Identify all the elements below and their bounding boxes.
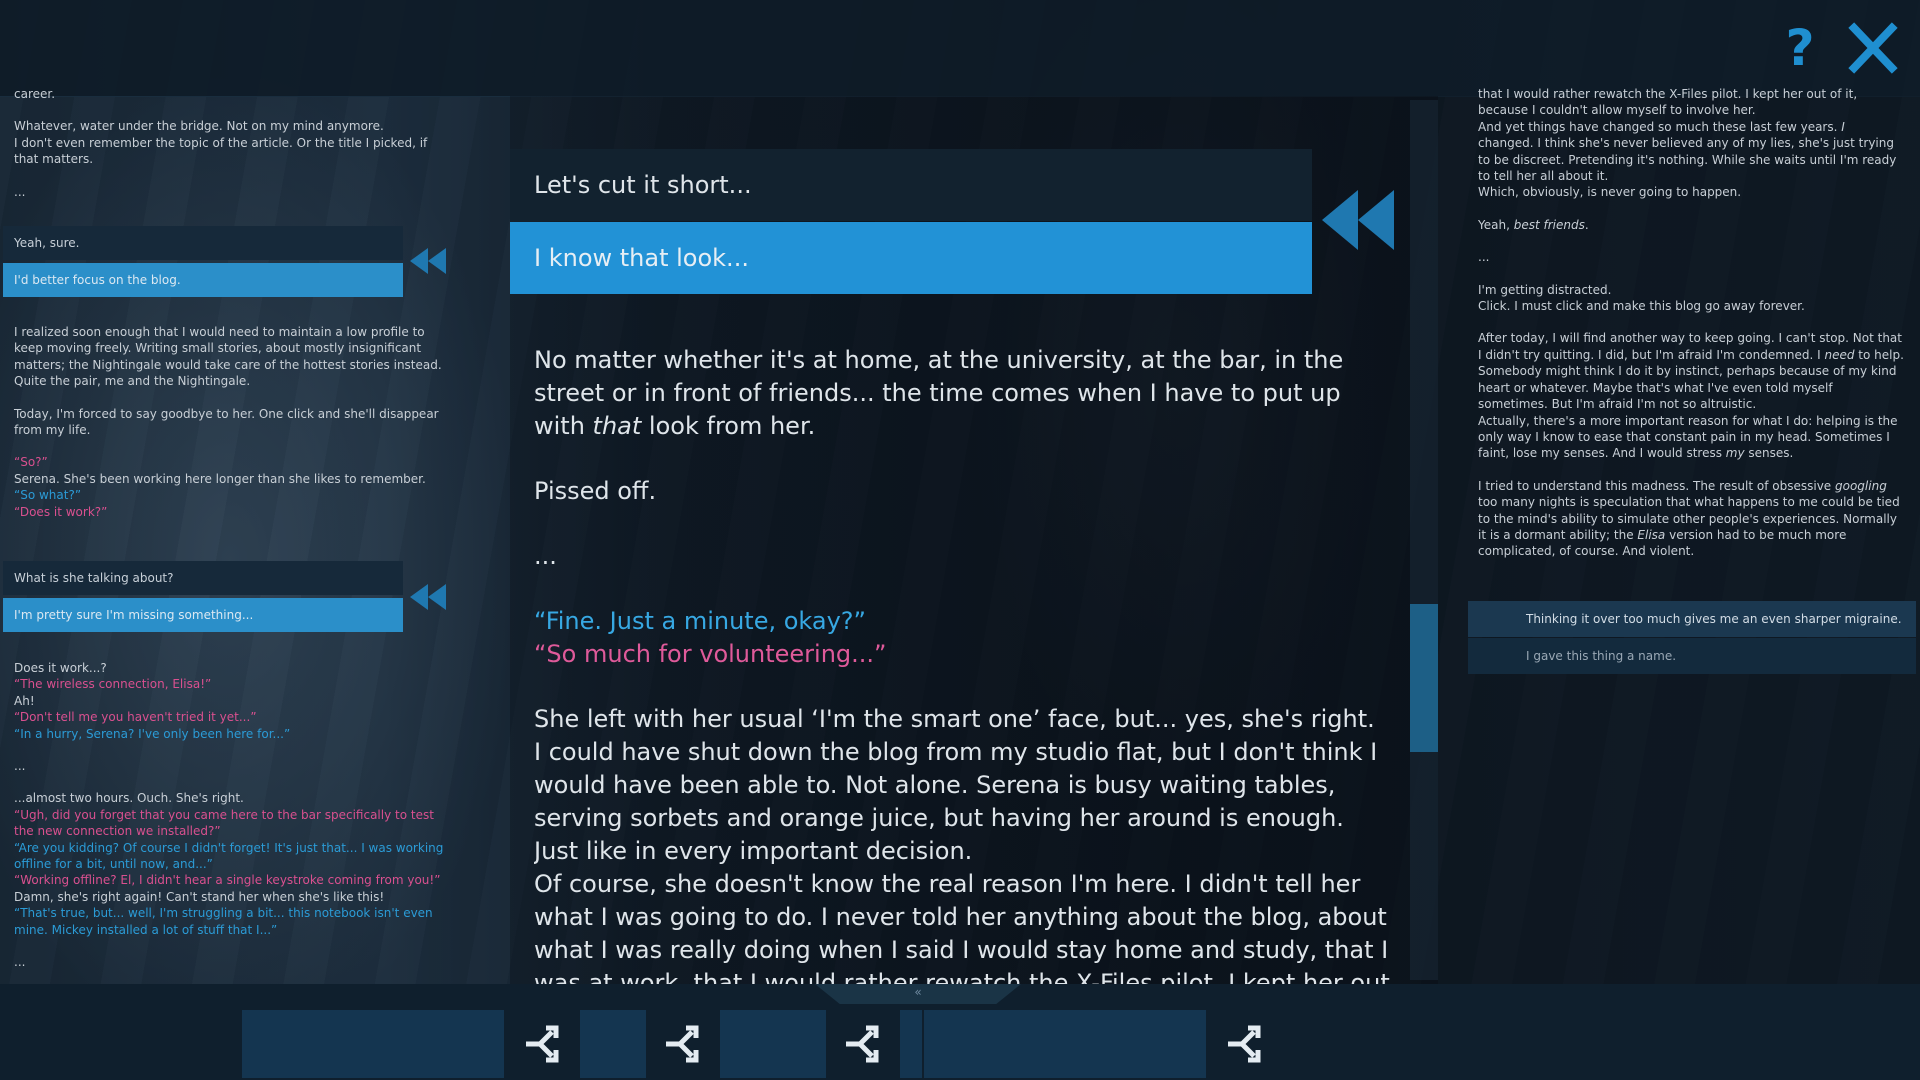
dialogue-line: “That's true, but... well, I'm strugglin… [14, 906, 433, 937]
dialogue-line: “In a hurry, Serena? I've only been here… [14, 726, 291, 741]
log-line: ... [14, 184, 26, 199]
past-choice-light-2[interactable]: I'm pretty sure I'm missing something... [3, 598, 403, 632]
timeline-segment-1[interactable] [242, 1010, 504, 1078]
timeline-segment-3[interactable] [720, 1010, 826, 1078]
story-scrollbar-track[interactable] [1410, 100, 1438, 980]
right-option-migraine[interactable]: Thinking it over too much gives me an ev… [1468, 601, 1916, 637]
branch-icon-4[interactable] [1210, 1010, 1278, 1078]
branch-icon-2[interactable] [648, 1010, 716, 1078]
log-line: ...almost two hours. Ouch. She's right. [14, 791, 244, 806]
story-scrollbar-thumb[interactable] [1410, 604, 1438, 752]
right-log-line: Actually, there's a more important reaso… [1478, 413, 1898, 461]
rewind-icon[interactable] [1322, 190, 1396, 250]
right-log-line: Which, obviously, is never going to happ… [1478, 185, 1742, 200]
dialogue-line: “Are you kidding? Of course I didn't for… [14, 840, 444, 872]
log-line: ... [14, 759, 26, 774]
help-icon[interactable]: ? [1780, 22, 1820, 74]
dialogue-line: “Working offline? El, I didn't hear a si… [14, 873, 441, 888]
story-text: No matter whether it's at home, at the u… [534, 344, 1394, 984]
right-option-name[interactable]: I gave this thing a name. [1468, 638, 1916, 674]
dialogue-serena: “So much for volunteering...” [534, 640, 887, 668]
right-log-line: Yeah, best friends. [1478, 217, 1589, 232]
right-log-line: that I would rather rewatch the X-Files … [1478, 87, 1858, 118]
dialogue-line: “Ugh, did you forget that you came here … [14, 807, 434, 839]
story-paragraph-6: Of course, she doesn't know the real rea… [534, 870, 1390, 984]
rewind-small-icon-2[interactable] [410, 584, 448, 610]
right-log-line: And yet things have changed so much thes… [1478, 119, 1897, 184]
right-log-line: After today, I will find another way to … [1478, 331, 1904, 412]
log-line: Damn, she's right again! Can't stand her… [14, 889, 385, 904]
dialogue-line: “So?” [14, 455, 48, 470]
branch-icon-3[interactable] [828, 1010, 896, 1078]
past-choice-dark-1[interactable]: Yeah, sure. [3, 226, 403, 260]
story-paragraph-4: She left with her usual ‘I'm the smart o… [534, 705, 1375, 733]
right-log-line: I tried to understand this madness. The … [1478, 478, 1900, 559]
timeline-segment-5[interactable] [924, 1010, 1206, 1078]
story-paragraph-1: No matter whether it's at home, at the u… [534, 346, 1344, 440]
dialogue-line: “Don't tell me you haven't tried it yet.… [14, 710, 257, 725]
left-log-block-2: I realized soon enough that I would need… [14, 324, 444, 520]
past-choice-dark-2[interactable]: What is she talking about? [3, 561, 403, 595]
branch-icon-1[interactable] [508, 1010, 576, 1078]
story-ellipsis: ... [534, 542, 557, 570]
right-log-line: Click. I must click and make this blog g… [1478, 299, 1805, 314]
log-line: I realized soon enough that I would need… [14, 325, 442, 372]
right-log-text: that I would rather rewatch the X-Files … [1478, 86, 1904, 560]
right-log-line: I'm getting distracted. [1478, 282, 1612, 297]
story-paragraph-5: I could have shut down the blog from my … [534, 738, 1378, 865]
timeline-segment-2[interactable] [580, 1010, 646, 1078]
log-line: career. [14, 87, 56, 101]
log-line: Today, I'm forced to say goodbye to her.… [14, 406, 439, 438]
log-line: Ah! [14, 693, 35, 708]
story-paragraph-2: Pissed off. [534, 477, 657, 505]
log-line: Serena. She's been working here longer t… [14, 471, 426, 486]
top-bar: ? [0, 0, 1920, 97]
log-line: ... [14, 955, 26, 970]
timeline-toggle-tab[interactable]: « [815, 984, 1021, 1004]
left-log-block-1: career. Whatever, water under the bridge.… [14, 86, 444, 200]
dialogue-line: “So what?” [14, 488, 82, 503]
log-line: Whatever, water under the bridge. Not on… [14, 119, 384, 134]
choice-option-know-look[interactable]: I know that look... [510, 222, 1312, 294]
log-line: Does it work...? [14, 661, 107, 675]
close-icon[interactable] [1848, 20, 1898, 76]
log-line: I don't even remember the topic of the a… [14, 135, 428, 167]
left-log-block-3: Does it work...? “The wireless connection… [14, 660, 444, 971]
past-choice-light-1[interactable]: I'd better focus on the blog. [3, 263, 403, 297]
timeline-segment-4[interactable] [900, 1010, 922, 1078]
choice-option-cut-short[interactable]: Let's cut it short... [510, 149, 1312, 221]
log-line: Quite the pair, me and the Nightingale. [14, 374, 251, 389]
rewind-small-icon-1[interactable] [410, 248, 448, 274]
dialogue-elisa: “Fine. Just a minute, okay?” [534, 607, 866, 635]
right-log-line: ... [1478, 250, 1490, 265]
dialogue-line: “The wireless connection, Elisa!” [14, 677, 212, 692]
dialogue-line: “Does it work?” [14, 504, 108, 519]
